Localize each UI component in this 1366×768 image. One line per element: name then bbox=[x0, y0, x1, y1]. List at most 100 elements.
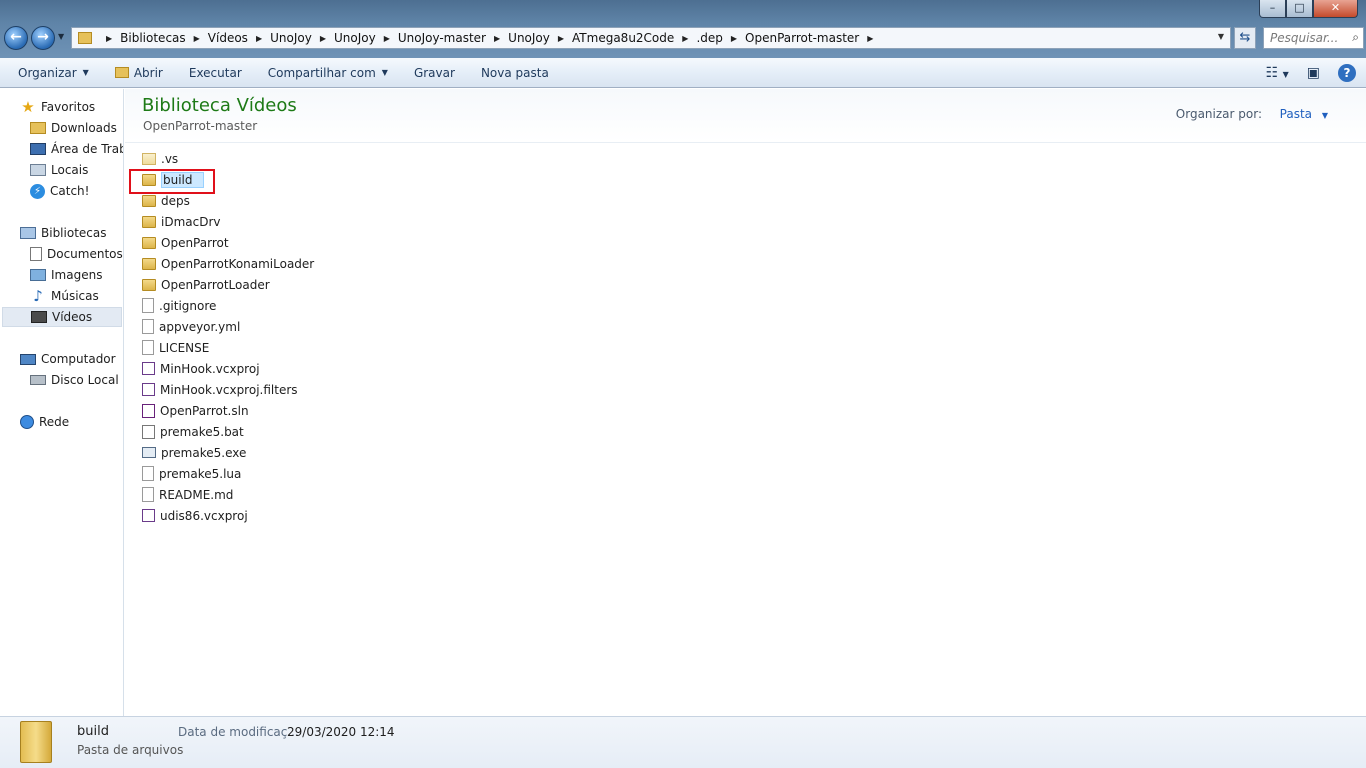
desktop-icon bbox=[30, 143, 46, 155]
music-icon: ♪ bbox=[33, 287, 43, 305]
close-button[interactable]: ✕ bbox=[1313, 0, 1358, 18]
chevron-right-icon[interactable]: ▶ bbox=[194, 34, 200, 43]
burn-button[interactable]: Gravar bbox=[401, 58, 468, 88]
back-button[interactable]: ← bbox=[4, 26, 28, 50]
search-input[interactable]: Pesquisar... ⌕ bbox=[1263, 27, 1364, 49]
chevron-right-icon[interactable]: ▶ bbox=[384, 34, 390, 43]
list-item[interactable]: appveyor.yml bbox=[142, 317, 240, 336]
list-item[interactable]: premake5.bat bbox=[142, 422, 244, 441]
list-item[interactable]: .vs bbox=[142, 149, 178, 168]
breadcrumb-item[interactable]: Bibliotecas bbox=[120, 31, 185, 45]
chevron-right-icon[interactable]: ▶ bbox=[106, 34, 112, 43]
sidebar-item-favorites[interactable]: ★ Favoritos bbox=[20, 97, 95, 117]
document-icon bbox=[142, 340, 154, 355]
sidebar-item-documents[interactable]: Documentos bbox=[30, 244, 123, 264]
document-icon bbox=[142, 319, 154, 334]
address-bar[interactable]: ▶ Bibliotecas ▶ Vídeos ▶ UnoJoy ▶ UnoJoy… bbox=[71, 27, 1231, 49]
execute-button[interactable]: Executar bbox=[176, 58, 255, 88]
sidebar-item-videos[interactable]: Vídeos bbox=[2, 307, 122, 327]
sidebar-item-local-disk[interactable]: Disco Local (C bbox=[30, 370, 123, 390]
open-label: Abrir bbox=[133, 65, 163, 80]
file-name: README.md bbox=[159, 487, 234, 502]
arrange-by-value: Pasta bbox=[1279, 107, 1313, 121]
refresh-button[interactable]: ⇆ bbox=[1234, 27, 1256, 49]
details-modified-value[interactable]: 29/03/2020 12:14 bbox=[287, 725, 395, 739]
minimize-button[interactable]: – bbox=[1259, 0, 1286, 18]
folder-icon bbox=[142, 215, 156, 228]
file-name: udis86.vcxproj bbox=[160, 508, 248, 523]
sidebar-item-network[interactable]: Rede bbox=[20, 412, 69, 432]
sidebar-item-label: Bibliotecas bbox=[41, 226, 107, 240]
list-item[interactable]: .gitignore bbox=[142, 296, 216, 315]
chevron-right-icon[interactable]: ▶ bbox=[558, 34, 564, 43]
breadcrumb-item[interactable]: UnoJoy bbox=[270, 31, 312, 45]
list-item[interactable]: OpenParrot.sln bbox=[142, 401, 249, 420]
page-subtitle: OpenParrot-master bbox=[143, 119, 258, 133]
list-item[interactable]: iDmacDrv bbox=[142, 212, 221, 231]
list-item[interactable]: premake5.lua bbox=[142, 464, 241, 483]
chevron-right-icon[interactable]: ▶ bbox=[731, 34, 737, 43]
breadcrumb: ▶ Bibliotecas ▶ Vídeos ▶ UnoJoy ▶ UnoJoy… bbox=[98, 31, 881, 45]
arrange-by-label: Organizar por: bbox=[1175, 107, 1262, 121]
sidebar-item-places[interactable]: Locais bbox=[30, 160, 88, 180]
sidebar-item-label: Disco Local (C bbox=[51, 373, 123, 387]
chevron-right-icon[interactable]: ▶ bbox=[256, 34, 262, 43]
new-folder-button[interactable]: Nova pasta bbox=[468, 58, 562, 88]
change-view-icon[interactable]: ☷ ▼ bbox=[1266, 65, 1289, 81]
navigation-pane: ★ Favoritos Downloads Área de Traba Loca… bbox=[0, 89, 124, 716]
help-icon[interactable]: ? bbox=[1338, 64, 1356, 82]
chevron-right-icon[interactable]: ▶ bbox=[682, 34, 688, 43]
list-item[interactable]: OpenParrot bbox=[142, 233, 229, 252]
details-pane: build Pasta de arquivos Data de modifica… bbox=[0, 716, 1366, 768]
list-item[interactable]: OpenParrotLoader bbox=[142, 275, 270, 294]
sidebar-item-computer[interactable]: Computador bbox=[20, 349, 116, 369]
file-name: OpenParrotKonamiLoader bbox=[161, 256, 315, 271]
title-bar: – □ ✕ ← → ▼ ▶ Bibliotecas ▶ Vídeos ▶ Uno… bbox=[0, 0, 1366, 58]
list-item[interactable]: MinHook.vcxproj bbox=[142, 359, 260, 378]
maximize-button[interactable]: □ bbox=[1286, 0, 1313, 18]
file-name: premake5.bat bbox=[160, 424, 244, 439]
sidebar-item-downloads[interactable]: Downloads bbox=[30, 118, 117, 138]
share-label: Compartilhar com bbox=[267, 65, 376, 80]
chevron-right-icon[interactable]: ▶ bbox=[494, 34, 500, 43]
sidebar-item-label: Locais bbox=[51, 163, 89, 177]
images-icon bbox=[30, 269, 46, 281]
breadcrumb-item[interactable]: UnoJoy-master bbox=[398, 31, 486, 45]
sidebar-item-libraries[interactable]: Bibliotecas bbox=[20, 223, 106, 243]
list-item[interactable]: LICENSE bbox=[142, 338, 209, 357]
recent-places-icon bbox=[30, 164, 46, 176]
sidebar-item-catch[interactable]: ⚡ Catch! bbox=[30, 181, 89, 201]
breadcrumb-item[interactable]: ATmega8u2Code bbox=[572, 31, 674, 45]
list-item[interactable]: OpenParrotKonamiLoader bbox=[142, 254, 314, 273]
organize-button[interactable]: Organizar ▼ bbox=[0, 58, 102, 88]
sidebar-item-images[interactable]: Imagens bbox=[30, 265, 102, 285]
sidebar-item-desktop[interactable]: Área de Traba bbox=[30, 139, 123, 159]
breadcrumb-item[interactable]: .dep bbox=[696, 31, 722, 45]
file-name: LICENSE bbox=[159, 340, 210, 355]
sidebar-item-label: Vídeos bbox=[52, 310, 93, 324]
recent-pages-dropdown[interactable]: ▼ bbox=[58, 32, 64, 41]
breadcrumb-item[interactable]: UnoJoy bbox=[334, 31, 376, 45]
vcxproj-icon bbox=[142, 362, 155, 375]
breadcrumb-item[interactable]: OpenParrot-master bbox=[745, 31, 859, 45]
file-name: MinHook.vcxproj bbox=[160, 361, 260, 376]
page-title: Biblioteca Vídeos bbox=[142, 95, 297, 116]
list-item[interactable]: udis86.vcxproj bbox=[142, 506, 248, 525]
share-button[interactable]: Compartilhar com ▼ bbox=[255, 58, 401, 88]
documents-icon bbox=[30, 247, 42, 261]
forward-button[interactable]: → bbox=[31, 26, 55, 50]
chevron-right-icon[interactable]: ▶ bbox=[867, 34, 873, 43]
sidebar-item-music[interactable]: ♪ Músicas bbox=[30, 286, 99, 306]
search-icon[interactable]: ⌕ bbox=[1352, 30, 1359, 45]
chevron-right-icon[interactable]: ▶ bbox=[320, 34, 326, 43]
arrange-by-dropdown[interactable]: Pasta ▼ bbox=[1280, 107, 1328, 121]
address-dropdown-icon[interactable]: ▼ bbox=[1218, 32, 1224, 41]
open-button[interactable]: Abrir bbox=[102, 58, 176, 88]
list-item[interactable]: MinHook.vcxproj.filters bbox=[142, 380, 298, 399]
breadcrumb-item[interactable]: UnoJoy bbox=[508, 31, 550, 45]
preview-pane-icon[interactable]: ▣ bbox=[1307, 65, 1320, 81]
breadcrumb-item[interactable]: Vídeos bbox=[208, 31, 248, 45]
folder-open-icon bbox=[114, 67, 129, 78]
list-item[interactable]: README.md bbox=[142, 485, 233, 504]
list-item[interactable]: premake5.exe bbox=[142, 443, 246, 462]
